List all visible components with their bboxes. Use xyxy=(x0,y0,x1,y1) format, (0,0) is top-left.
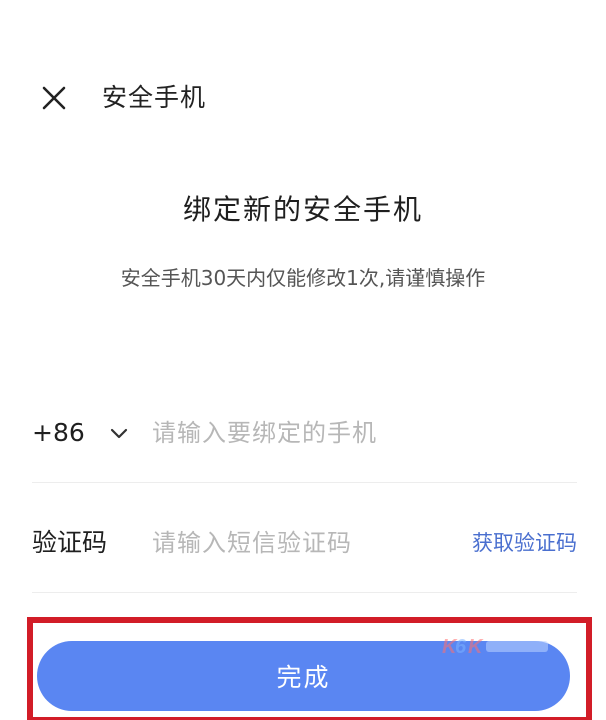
get-code-button[interactable]: 获取验证码 xyxy=(472,528,577,558)
close-icon xyxy=(42,86,66,110)
divider xyxy=(32,592,577,593)
verification-code-input[interactable] xyxy=(152,524,442,562)
verification-code-row: 验证码 获取验证码 xyxy=(32,510,577,580)
svg-text:6: 6 xyxy=(455,636,467,658)
verification-code-label: 验证码 xyxy=(32,528,108,557)
watermark-logo: K 6 K xyxy=(442,633,554,659)
country-code-selector[interactable]: +86 xyxy=(32,416,85,450)
chevron-down-icon xyxy=(110,428,128,439)
phone-row: +86 xyxy=(32,400,577,470)
divider xyxy=(32,482,577,483)
security-phone-screen: 安全手机 绑定新的安全手机 安全手机30天内仅能修改1次,请谨慎操作 +86 验… xyxy=(0,0,606,720)
bind-phone-notice: 安全手机30天内仅能修改1次,请谨慎操作 xyxy=(120,266,486,290)
phone-input[interactable] xyxy=(152,414,572,452)
header: 安全手机 xyxy=(0,70,606,126)
country-dropdown-button[interactable] xyxy=(108,422,130,444)
svg-text:K: K xyxy=(468,636,484,658)
page-title: 安全手机 xyxy=(102,83,207,112)
close-button[interactable] xyxy=(36,80,72,116)
bind-phone-heading: 绑定新的安全手机 xyxy=(182,193,423,226)
